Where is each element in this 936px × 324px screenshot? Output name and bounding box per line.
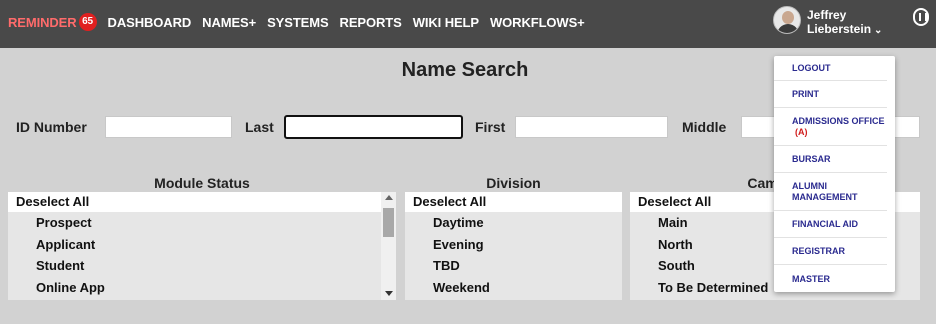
module-status-header: Module Status xyxy=(154,175,250,191)
user-first-name: Jeffrey xyxy=(807,8,847,22)
module-status-deselect-all[interactable]: Deselect All xyxy=(8,192,396,212)
nav-reminder[interactable]: REMINDER 65 xyxy=(8,13,97,31)
user-avatar xyxy=(773,6,801,34)
nav-reminder-label: REMINDER xyxy=(8,14,77,30)
list-item[interactable]: Evening xyxy=(405,234,622,256)
reminder-count-badge: 65 xyxy=(78,13,97,31)
list-item[interactable]: TBD xyxy=(405,255,622,277)
list-item[interactable]: Online App xyxy=(8,277,396,299)
menu-item-financial-aid[interactable]: FINANCIAL AID xyxy=(774,211,887,238)
division-deselect-all[interactable]: Deselect All xyxy=(405,192,622,212)
middle-name-label: Middle xyxy=(682,119,727,135)
menu-item-label: LOGOUT xyxy=(792,63,831,73)
nav-reports[interactable]: REPORTS xyxy=(340,15,402,30)
menu-item-label: PRINT xyxy=(792,89,819,99)
list-item[interactable]: Applicant xyxy=(8,234,396,256)
menu-item-label: ADMISSIONS OFFICE xyxy=(792,115,885,126)
list-item[interactable]: Prospect xyxy=(8,212,396,234)
list-item[interactable]: Daytime xyxy=(405,212,622,234)
help-icon[interactable] xyxy=(913,8,929,26)
scroll-up-icon[interactable] xyxy=(385,195,393,200)
nav-names[interactable]: NAMES+ xyxy=(202,15,256,30)
menu-item-tag: (A) xyxy=(795,126,808,137)
id-number-label: ID Number xyxy=(16,119,87,135)
user-name[interactable]: Jeffrey Lieberstein ⌄ xyxy=(807,8,882,38)
last-name-label: Last xyxy=(245,119,274,135)
menu-item-label: BURSAR xyxy=(792,154,831,164)
nav-workflows[interactable]: WORKFLOWS+ xyxy=(490,15,585,30)
menu-item-print[interactable]: PRINT xyxy=(774,81,887,108)
list-item[interactable]: Student xyxy=(8,255,396,277)
menu-item-label: MASTER xyxy=(792,273,830,284)
first-name-input[interactable] xyxy=(515,116,668,138)
user-dropdown-menu: LOGOUT PRINT ADMISSIONS OFFICE (A) BURSA… xyxy=(774,56,895,292)
menu-item-registrar[interactable]: REGISTRAR xyxy=(774,238,887,265)
list-item[interactable]: Weekend xyxy=(405,277,622,299)
module-status-list[interactable]: Deselect All Prospect Applicant Student … xyxy=(8,192,396,300)
first-name-label: First xyxy=(475,119,506,135)
division-list[interactable]: Deselect All Daytime Evening TBD Weekend xyxy=(405,192,622,300)
menu-item-admissions-office[interactable]: ADMISSIONS OFFICE (A) xyxy=(774,108,887,146)
user-last-name: Lieberstein xyxy=(807,22,872,36)
chevron-down-icon: ⌄ xyxy=(874,25,883,36)
division-header: Division xyxy=(486,175,541,191)
nav-wiki-help[interactable]: WIKI HELP xyxy=(413,15,479,30)
menu-item-logout[interactable]: LOGOUT xyxy=(774,56,887,81)
scroll-down-icon[interactable] xyxy=(385,291,393,296)
scroll-thumb[interactable] xyxy=(383,208,394,237)
menu-item-label: REGISTRAR xyxy=(792,246,846,256)
nav-systems[interactable]: SYSTEMS xyxy=(267,15,329,30)
nav-dashboard[interactable]: DASHBOARD xyxy=(108,15,192,30)
menu-item-label: FINANCIAL AID xyxy=(792,219,858,229)
user-menu-toggle[interactable]: Jeffrey Lieberstein ⌄ xyxy=(773,6,882,38)
last-name-input[interactable] xyxy=(284,115,463,139)
menu-item-label: ALUMNI MANAGEMENT xyxy=(792,180,858,202)
main-nav: REMINDER 65 DASHBOARD NAMES+ SYSTEMS REP… xyxy=(8,13,596,31)
top-nav-bar: REMINDER 65 DASHBOARD NAMES+ SYSTEMS REP… xyxy=(0,0,936,48)
id-number-input[interactable] xyxy=(105,116,232,138)
menu-item-bursar[interactable]: BURSAR xyxy=(774,146,887,173)
module-status-scrollbar[interactable] xyxy=(381,192,396,300)
menu-item-alumni-management[interactable]: ALUMNI MANAGEMENT xyxy=(774,173,887,211)
menu-item-master[interactable]: MASTER xyxy=(774,265,887,292)
